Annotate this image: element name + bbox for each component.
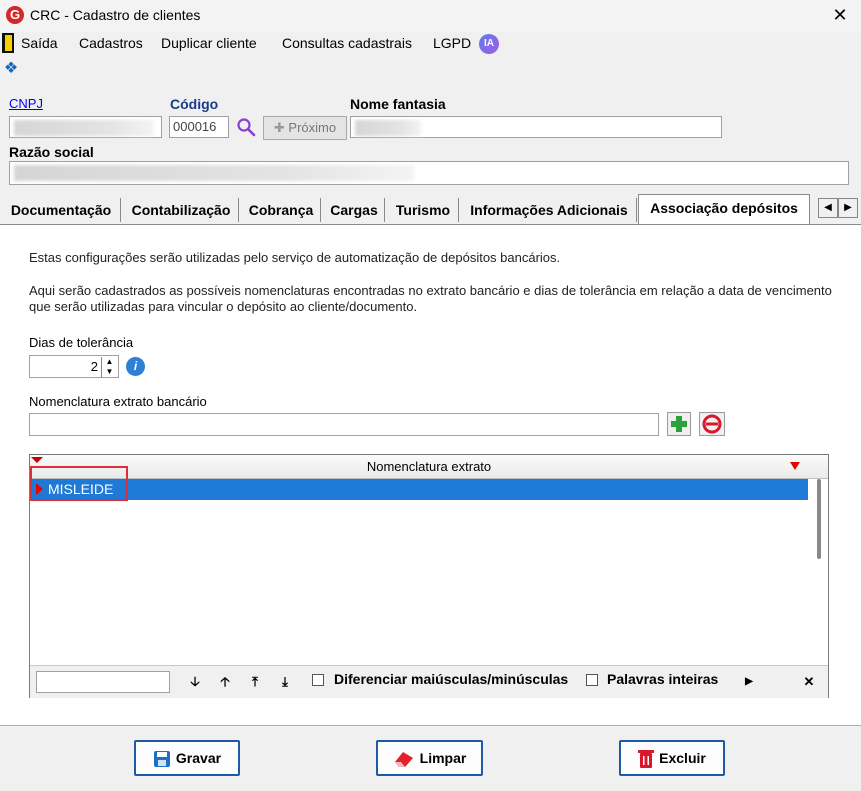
info-icon[interactable]: i — [126, 357, 145, 376]
nomenclatura-grid: Nomenclatura extrato MISLEIDE 🡣 🡡 ⤒ ⤓ Di… — [29, 454, 829, 698]
menu-lgpd[interactable]: LGPD — [433, 35, 471, 51]
next-label: Próximo — [288, 120, 337, 135]
tab-informacoes-adicionais[interactable]: Informações Adicionais — [462, 198, 637, 222]
tab-turismo[interactable]: Turismo — [388, 198, 459, 222]
arrow-top-icon[interactable]: ⤒ — [246, 672, 264, 692]
tab-cobranca[interactable]: Cobrança — [242, 198, 321, 222]
floppy-disk-icon — [153, 751, 170, 768]
nome-fantasia-label: Nome fantasia — [350, 96, 446, 112]
grid-scrollbar[interactable] — [817, 479, 821, 559]
save-label: Gravar — [175, 750, 222, 766]
dias-tolerancia-value: 2 — [90, 359, 98, 374]
window-title: CRC - Cadastro de clientes — [30, 7, 201, 23]
app-logo-icon: G — [6, 6, 24, 24]
grid-corner-icon — [31, 457, 43, 463]
menu-bar: Saída Cadastros Duplicar cliente Consult… — [0, 32, 861, 56]
grid-search-bar: 🡣 🡡 ⤒ ⤓ Diferenciar maiúsculas/minúscula… — [30, 665, 828, 698]
codigo-input[interactable]: 000016 — [169, 116, 229, 138]
arrow-bottom-icon[interactable]: ⤓ — [276, 672, 294, 692]
ia-assistant-button[interactable]: IA — [479, 34, 499, 54]
grid-column-header: Nomenclatura extrato — [366, 459, 492, 474]
stepper-arrows-icon[interactable]: ▲ ▼ — [101, 357, 117, 377]
trash-icon — [638, 750, 655, 769]
arrow-up-icon[interactable]: 🡡 — [216, 672, 234, 692]
clear-button[interactable]: Limpar — [376, 740, 483, 776]
grid-header[interactable]: Nomenclatura extrato — [30, 455, 828, 479]
tab-strip: Documentação Contabilização Cobrança Car… — [2, 194, 859, 224]
tab-scroll-right-icon[interactable]: ▶ — [838, 198, 858, 218]
exit-door-icon — [2, 33, 14, 53]
nomenclatura-input[interactable] — [29, 413, 659, 436]
filter-icon[interactable] — [790, 462, 800, 470]
close-window-button[interactable]: ✕ — [830, 4, 850, 26]
menu-duplicar-cliente[interactable]: Duplicar cliente — [161, 35, 257, 51]
cnpj-link[interactable]: CNPJ — [9, 96, 43, 111]
codigo-label: Código — [170, 96, 219, 112]
tab-cargas[interactable]: Cargas — [324, 198, 385, 222]
dias-tolerancia-label: Dias de tolerância — [29, 335, 134, 350]
tab-scroll-arrows: ◀ ▶ — [818, 198, 860, 218]
search-icon[interactable] — [236, 117, 256, 137]
arrow-down-icon[interactable]: 🡣 — [186, 672, 204, 692]
codigo-value: 000016 — [173, 119, 217, 134]
remove-nomenclatura-button[interactable] — [699, 412, 725, 436]
delete-label: Excluir — [659, 750, 706, 766]
save-button[interactable]: Gravar — [134, 740, 240, 776]
next-match-icon[interactable]: ▶ — [740, 672, 758, 692]
grid-search-input[interactable] — [36, 671, 170, 693]
highlight-box — [30, 466, 128, 501]
whole-words-label: Palavras inteiras — [607, 671, 719, 687]
info-text-1: Estas configurações serão utilizadas pel… — [29, 250, 561, 265]
diamond-tool-icon[interactable]: ❖ — [2, 60, 20, 78]
menu-consultas-cadastrais[interactable]: Consultas cadastrais — [282, 35, 412, 51]
tab-documentacao[interactable]: Documentação — [2, 198, 121, 222]
case-sensitive-label: Diferenciar maiúsculas/minúsculas — [334, 671, 569, 687]
info-text-2: Aqui serão cadastrados as possíveis nome… — [29, 283, 832, 314]
menu-cadastros[interactable]: Cadastros — [79, 35, 143, 51]
menu-exit[interactable]: Saída — [21, 35, 58, 51]
table-row[interactable]: MISLEIDE — [32, 479, 808, 500]
tab-scroll-left-icon[interactable]: ◀ — [818, 198, 838, 218]
case-sensitive-checkbox[interactable] — [312, 674, 324, 686]
nome-fantasia-input[interactable] — [350, 116, 722, 138]
delete-button[interactable]: Excluir — [619, 740, 725, 776]
close-search-icon[interactable]: ✕ — [800, 672, 818, 692]
nomenclatura-label: Nomenclatura extrato bancário — [29, 394, 207, 409]
tab-contabilizacao[interactable]: Contabilização — [124, 198, 239, 222]
plus-icon — [671, 416, 687, 432]
whole-words-checkbox[interactable] — [586, 674, 598, 686]
title-bar: G CRC - Cadastro de clientes ✕ — [0, 0, 861, 32]
add-nomenclatura-button[interactable] — [667, 412, 691, 436]
clear-label: Limpar — [419, 750, 467, 766]
tab-associacao-depositos[interactable]: Associação depósitos — [638, 194, 810, 224]
razao-social-input[interactable] — [9, 161, 849, 185]
next-button[interactable]: ✚ Próximo — [263, 116, 347, 140]
cnpj-input[interactable] — [9, 116, 162, 138]
razao-social-label: Razão social — [9, 144, 94, 160]
eraser-icon — [394, 752, 413, 768]
prohibited-icon — [702, 414, 722, 434]
